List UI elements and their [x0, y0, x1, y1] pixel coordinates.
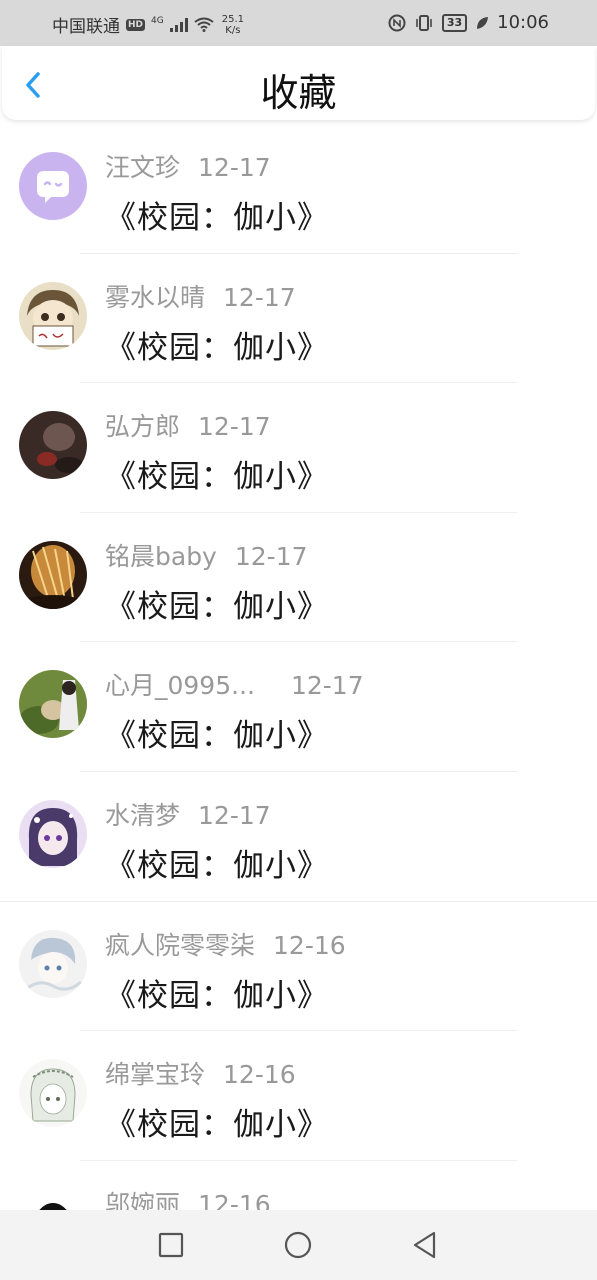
system-back-button[interactable] — [410, 1230, 440, 1260]
circle-icon — [284, 1231, 312, 1259]
signal-icon — [169, 17, 188, 32]
list-item[interactable]: 铭晨baby 12-17 《校园：伽小》 — [0, 513, 597, 643]
item-meta: 疯人院零零柒 12-16 — [105, 926, 346, 962]
penguin-avatar[interactable] — [19, 1188, 87, 1210]
net-speed-unit: K/s — [225, 24, 241, 36]
user-name: 邬婉丽 — [105, 1189, 181, 1210]
item-meta: 邬婉丽 12-16 — [105, 1185, 271, 1210]
square-icon — [158, 1232, 184, 1258]
item-title: 《校园：伽小》 — [105, 1107, 329, 1144]
item-title: 《校园：伽小》 — [105, 847, 329, 884]
item-meta: 汪文珍 12-17 — [105, 148, 271, 184]
item-title: 《校园：伽小》 — [105, 200, 329, 236]
carrier-label: 中国联通 — [52, 17, 120, 37]
list-item[interactable]: 雾水以晴 12-17 《校园：伽小》 — [0, 254, 597, 384]
item-date: 12-16 — [223, 1060, 296, 1090]
page-title: 收藏 — [260, 71, 337, 115]
navigation-bar — [0, 1210, 597, 1280]
item-meta: 雾水以晴 12-17 — [105, 278, 296, 314]
list-item[interactable]: 水清梦 12-17 《校园：伽小》 — [0, 772, 597, 902]
hd-badge: HD — [126, 18, 146, 31]
item-meta: 铭晨baby 12-17 — [105, 537, 308, 573]
item-title: 《校园：伽小》 — [105, 588, 329, 625]
wifi-icon — [194, 17, 214, 32]
item-meta: 弘方郎 12-17 — [105, 407, 271, 443]
user-name: 水清梦 — [105, 800, 181, 830]
net-speed: 25.1 K/s — [222, 14, 244, 36]
list-item[interactable]: 心月_0995... 12-17 《校园：伽小》 — [0, 642, 597, 772]
item-meta: 绵掌宝玲 12-16 — [105, 1055, 296, 1091]
user-name: 心月_0995... — [105, 671, 255, 701]
recent-apps-button[interactable] — [156, 1230, 186, 1260]
net-speed-value: 25.1 — [221, 13, 244, 25]
anime-avatar[interactable] — [19, 929, 87, 998]
list-item[interactable]: 弘方郎 12-17 《校园：伽小》 — [0, 383, 597, 513]
list-item[interactable]: 绵掌宝玲 12-16 《校园：伽小》 — [0, 1031, 597, 1161]
item-meta: 水清梦 12-17 — [105, 796, 271, 832]
anime-avatar[interactable] — [19, 281, 87, 350]
triangle-back-icon — [413, 1231, 436, 1259]
battery-indicator: 33 — [441, 13, 468, 32]
item-title: 《校园：伽小》 — [105, 459, 329, 496]
item-title: 《校园：伽小》 — [105, 329, 329, 366]
user-name: 雾水以晴 — [105, 282, 206, 312]
user-name: 疯人院零零柒 — [105, 930, 256, 960]
list-item[interactable]: 疯人院零零柒 12-16 《校园：伽小》 — [0, 902, 597, 1032]
user-name: 绵掌宝玲 — [105, 1060, 206, 1090]
leaf-icon — [477, 16, 489, 29]
favorites-list: 汪文珍 12-17 《校园：伽小》 雾水以晴 12-17 《校园：伽小》 弘方郎… — [0, 124, 597, 1210]
status-bar: 中国联通 HD 4G 25.1 K/s 33 10:06 — [0, 0, 597, 46]
user-name: 铭晨baby — [105, 541, 217, 571]
item-date: 12-17 — [234, 541, 308, 571]
item-date: 12-16 — [198, 1189, 271, 1210]
item-date: 12-17 — [198, 800, 271, 830]
chat-bubble-avatar[interactable] — [19, 152, 87, 220]
status-left: 中国联通 HD 4G 25.1 K/s — [52, 12, 244, 38]
item-date: 12-16 — [273, 930, 346, 960]
item-date: 12-17 — [198, 412, 271, 442]
item-date: 12-17 — [223, 282, 296, 312]
clock: 10:06 — [497, 12, 549, 33]
photo-avatar[interactable] — [19, 540, 87, 609]
photo-avatar[interactable] — [19, 411, 87, 480]
list-item[interactable]: 邬婉丽 12-16 — [0, 1161, 597, 1210]
user-name: 弘方郎 — [105, 412, 181, 442]
vibrate-icon — [416, 14, 432, 31]
photo-avatar[interactable] — [19, 670, 87, 739]
item-meta: 心月_0995... 12-17 — [105, 666, 364, 702]
item-title: 《校园：伽小》 — [105, 718, 329, 755]
list-item[interactable]: 汪文珍 12-17 《校园：伽小》 — [0, 124, 597, 254]
anime-avatar[interactable] — [19, 1059, 87, 1128]
network-label: 4G — [151, 15, 164, 26]
user-name: 汪文珍 — [105, 153, 181, 182]
anime-avatar[interactable] — [19, 799, 87, 868]
status-right: 33 10:06 — [388, 12, 549, 33]
home-button[interactable] — [283, 1230, 313, 1260]
nfc-icon — [388, 14, 406, 31]
page-header: 收藏 — [2, 46, 595, 120]
item-date: 12-17 — [290, 671, 364, 701]
item-date: 12-17 — [198, 153, 271, 182]
item-title: 《校园：伽小》 — [105, 977, 329, 1014]
